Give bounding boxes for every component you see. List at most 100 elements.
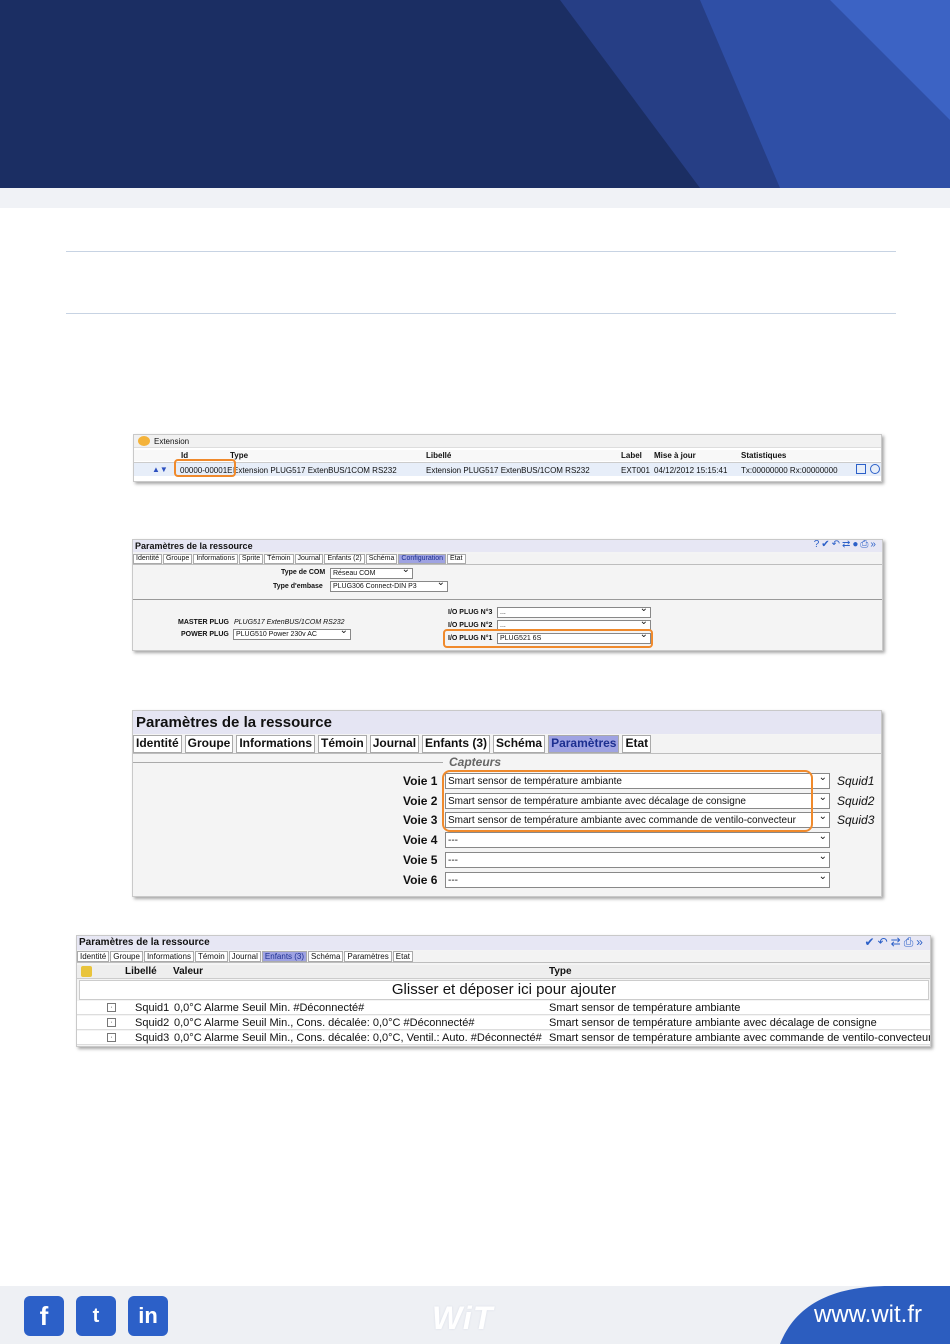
voie-label: Voie 5 [403,853,438,867]
voies-highlight [442,770,813,832]
type-com-label: Type de COM [281,569,326,576]
tab-enfants[interactable]: Enfants (3) [261,951,308,962]
type-com-select[interactable]: Réseau COM [330,568,413,579]
tab-parametres[interactable]: Paramètres [548,735,620,753]
extension-titlebar: Extension [134,435,881,448]
row-label: EXT001 [621,466,650,475]
expand-icon[interactable]: · [107,1003,116,1012]
divider-bottom [66,313,896,314]
tab-groupe[interactable]: Groupe [162,554,193,564]
tab-informations[interactable]: Informations [193,554,238,564]
drop-zone[interactable]: Glisser et déposer ici pour ajouter [79,980,929,1000]
tab-etat[interactable]: Etat [622,735,652,753]
tab-schema[interactable]: Schéma [365,554,398,564]
col-valeur[interactable]: Valeur [173,966,203,977]
facebook-icon[interactable]: f [24,1296,64,1336]
col-libelle[interactable]: Libellé [426,451,451,460]
tab-groupe[interactable]: Groupe [184,735,234,753]
twitter-icon[interactable]: t [76,1296,116,1336]
col-maj[interactable]: Mise à jour [654,451,696,460]
footer: f t in WiT www.wit.fr [0,1286,950,1344]
master-plug-value: PLUG517 ExtenBUS/1COM RS232 [234,619,345,626]
row-type: Smart sensor de température ambiante [549,1002,741,1014]
io3-select[interactable]: ... [497,607,651,618]
toolbar-icons[interactable]: ?✔↶⇄●⎙» [814,539,878,550]
tab-identite[interactable]: Identité [133,735,182,753]
row-maj: 04/12/2012 15:15:41 [654,466,728,475]
expand-icon[interactable]: · [107,1033,116,1042]
voie-select[interactable]: --- [445,872,830,888]
linkedin-icon[interactable]: in [128,1296,168,1336]
enfants-tabs: Identité Groupe Informations Témoin Jour… [77,951,930,963]
tab-groupe[interactable]: Groupe [110,951,143,962]
tab-schema[interactable]: Schéma [493,735,546,753]
tab-journal[interactable]: Journal [228,951,261,962]
row-valeur: 0,0°C Alarme Seuil Min. #Déconnecté# [174,1002,365,1014]
toolbar-icons[interactable]: ✔↶⇄⎙» [865,935,926,950]
tab-temoin[interactable]: Témoin [194,951,228,962]
col-label[interactable]: Label [621,451,642,460]
param-title: Paramètres de la ressource [136,714,332,731]
extension-icon [138,436,150,446]
embase-select[interactable]: PLUG306 Connect-DIN P3 [330,581,448,592]
tab-identite[interactable]: Identité [77,951,110,962]
config-separator [133,599,882,600]
row-libelle: Squid3 [135,1032,170,1044]
extension-title: Extension [154,437,190,446]
website-link[interactable]: www.wit.fr [814,1301,922,1329]
tab-enfants[interactable]: Enfants (3) [422,735,491,753]
param-titlebar: Paramètres de la ressource [133,711,881,734]
tab-informations[interactable]: Informations [236,735,316,753]
tab-temoin[interactable]: Témoin [318,735,367,753]
voie-select[interactable]: --- [445,832,830,848]
table-row[interactable]: · Squid1 0,0°C Alarme Seuil Min. #Déconn… [77,1001,930,1015]
sort-arrows-icon[interactable]: ▲▼ [152,465,168,474]
row-libelle: Squid1 [135,1002,170,1014]
tab-etat[interactable]: Etat [392,951,413,962]
tab-journal[interactable]: Journal [294,554,324,564]
table-row[interactable]: · Squid2 0,0°C Alarme Seuil Min., Cons. … [77,1016,930,1030]
table-row[interactable]: · Squid3 0,0°C Alarme Seuil Min., Cons. … [77,1031,930,1045]
add-icon[interactable] [81,966,92,977]
capteurs-rule [133,762,443,763]
expand-icon[interactable]: · [107,1018,116,1027]
power-plug-select[interactable]: PLUG510 Power 230v AC [233,629,351,640]
io1-highlight [443,629,653,648]
tab-sprite[interactable]: Sprite [238,554,264,564]
extension-list-screenshot: Extension Id Type Libellé Label Mise à j… [133,434,882,482]
col-type[interactable]: Type [549,966,572,977]
tab-configuration[interactable]: Configuration [398,554,447,564]
tab-informations[interactable]: Informations [143,951,194,962]
voie-squid: Squid3 [837,813,875,827]
refresh-icon[interactable] [870,464,880,474]
voie-label: Voie 3 [403,813,438,827]
tab-enfants[interactable]: Enfants (2) [324,554,365,564]
config-title: Paramètres de la ressource [135,541,253,551]
voie-squid: Squid1 [837,774,875,788]
col-libelle[interactable]: Libellé [125,966,157,977]
row-valeur: 0,0°C Alarme Seuil Min., Cons. décalée: … [174,1017,475,1029]
extension-row[interactable]: ▲▼ 00000-00001E Extension PLUG517 ExtenB… [134,462,881,476]
row-type: Smart sensor de température ambiante ave… [549,1032,930,1044]
voie-select[interactable]: --- [445,852,830,868]
edit-icon[interactable] [856,464,866,474]
tab-journal[interactable]: Journal [369,735,420,753]
voie-label: Voie 2 [403,794,438,808]
param-tabs: Identité Groupe Informations Témoin Jour… [133,735,881,754]
tab-etat[interactable]: Etat [447,554,466,564]
embase-label: Type d'embase [273,583,323,590]
row-stats: Tx:00000000 Rx:00000000 [741,466,838,475]
tab-temoin[interactable]: Témoin [264,554,294,564]
io2-label: I/O PLUG N°2 [448,622,493,629]
tab-identite[interactable]: Identité [133,554,162,564]
tab-parametres[interactable]: Paramètres [344,951,392,962]
id-highlight [174,459,236,477]
power-plug-label: POWER PLUG [181,631,229,638]
master-plug-label: MASTER PLUG [178,619,229,626]
col-stats[interactable]: Statistiques [741,451,786,460]
voie-label: Voie 4 [403,833,438,847]
io3-label: I/O PLUG N°3 [448,609,493,616]
capteurs-heading: Capteurs [449,755,502,769]
document-page: Extension Id Type Libellé Label Mise à j… [0,0,950,1344]
tab-schema[interactable]: Schéma [308,951,344,962]
